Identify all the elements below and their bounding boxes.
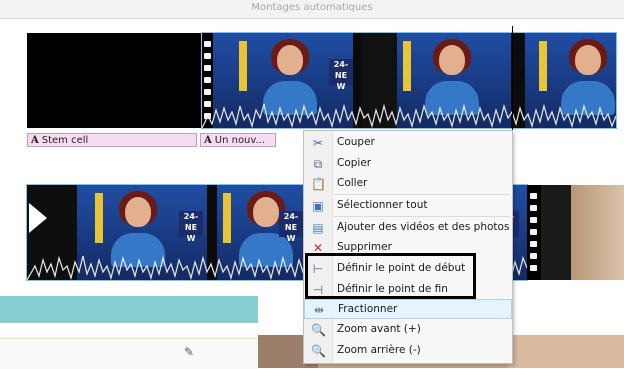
scissors-icon: ✂	[312, 136, 324, 150]
menu-item-selectionner-tout[interactable]: ▣ Sélectionner tout	[304, 196, 512, 216]
menu-item-coller[interactable]: 📋 Coller	[304, 174, 512, 194]
annotation-highlight-box	[305, 253, 476, 299]
edit-pencil-icon[interactable]: ✎	[184, 345, 194, 359]
next-clip[interactable]	[541, 185, 571, 280]
menu-item-ajouter[interactable]: ▤ Ajouter des vidéos et des photos	[304, 218, 512, 238]
menu-item-couper[interactable]: ✂ Couper	[304, 133, 512, 153]
narration-track[interactable]: ✎	[0, 338, 258, 369]
caption-text-icon: A	[204, 135, 212, 146]
select-all-icon: ▣	[312, 199, 324, 213]
news-logo: 24- NE W	[329, 59, 353, 91]
context-menu: ✂ Couper ⧉ Copier 📋 Coller ▣ Sélectionne…	[303, 130, 513, 364]
add-media-icon: ▤	[312, 221, 324, 235]
menu-separator	[334, 194, 510, 195]
menu-separator	[334, 216, 510, 217]
zoom-in-icon: 🔍	[311, 323, 326, 337]
menu-item-copier[interactable]: ⧉ Copier	[304, 154, 512, 174]
selected-video-clip[interactable]: 24- NE W	[201, 32, 617, 129]
paste-icon: 📋	[311, 177, 326, 191]
menu-item-fractionner[interactable]: ⇹ Fractionner	[304, 299, 512, 319]
film-strip	[527, 185, 541, 280]
copy-icon: ⧉	[313, 157, 323, 171]
storyboard-header-title: Montages automatiques	[251, 2, 373, 13]
caption-stem-cell[interactable]: A Stem cell	[27, 133, 197, 147]
zoom-out-icon: 🔍	[311, 344, 326, 358]
caption-text-icon: A	[31, 135, 39, 146]
split-icon: ⇹	[313, 303, 325, 317]
menu-item-zoom-avant[interactable]: 🔍 Zoom avant (+)	[304, 320, 512, 340]
photo-clip[interactable]	[571, 185, 624, 280]
black-clip[interactable]	[27, 33, 202, 128]
music-track-bar[interactable]	[0, 296, 258, 323]
caption-un-nouv[interactable]: A Un nouv...	[200, 133, 276, 147]
audio-waveform	[202, 103, 616, 128]
menu-item-zoom-arriere[interactable]: 🔍 Zoom arrière (-)	[304, 341, 512, 361]
play-triangle-icon	[29, 203, 47, 233]
